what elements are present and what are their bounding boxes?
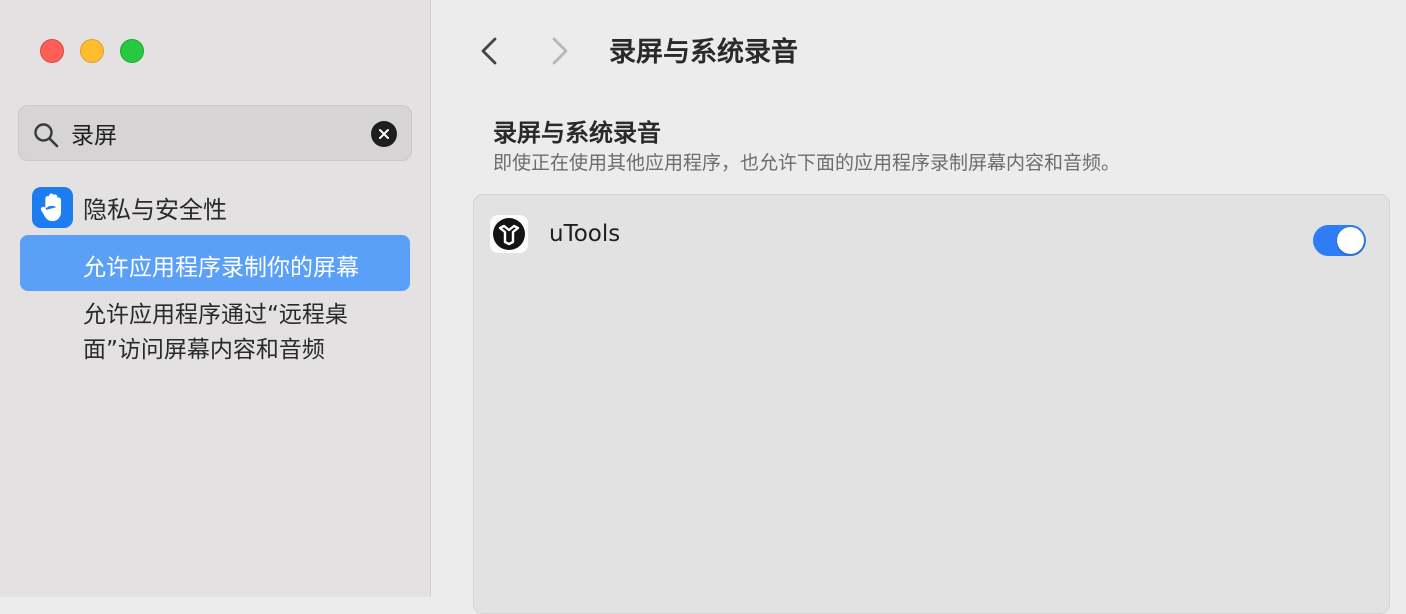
settings-window: 隐私与安全性 允许应用程序录制你的屏幕 允许应用程序通过“远程桌面”访问屏幕内容…	[0, 0, 1406, 614]
clear-search-button[interactable]	[371, 121, 397, 147]
maximize-window-button[interactable]	[120, 39, 144, 63]
utools-permission-toggle[interactable]	[1313, 225, 1366, 256]
utools-icon	[490, 215, 528, 253]
sidebar-item-label: 允许应用程序通过“远程桌面”访问屏幕内容和音频	[83, 302, 348, 363]
app-list: uTools	[473, 194, 1390, 614]
app-name: uTools	[549, 221, 621, 247]
sidebar-item-remote-desktop[interactable]: 允许应用程序通过“远程桌面”访问屏幕内容和音频	[83, 298, 393, 368]
section-title: 录屏与系统录音	[493, 119, 661, 147]
chevron-right-icon[interactable]	[548, 34, 572, 68]
search-input[interactable]	[71, 114, 361, 152]
search-field[interactable]	[18, 105, 412, 161]
search-icon	[34, 123, 59, 148]
window-controls	[40, 39, 144, 63]
sidebar: 隐私与安全性 允许应用程序录制你的屏幕 允许应用程序通过“远程桌面”访问屏幕内容…	[0, 0, 431, 597]
section-description: 即使正在使用其他应用程序，也允许下面的应用程序录制屏幕内容和音频。	[493, 152, 1121, 174]
sidebar-section-label: 隐私与安全性	[83, 196, 227, 224]
sidebar-item-privacy-security[interactable]: 隐私与安全性	[32, 187, 227, 228]
minimize-window-button[interactable]	[80, 39, 104, 63]
sidebar-item-screen-recording[interactable]: 允许应用程序录制你的屏幕	[20, 235, 410, 291]
list-item: uTools	[474, 195, 1389, 275]
chevron-left-icon[interactable]	[477, 34, 501, 68]
sidebar-item-label: 允许应用程序录制你的屏幕	[83, 255, 359, 281]
close-icon	[379, 129, 389, 139]
main-content: 录屏与系统录音 录屏与系统录音 即使正在使用其他应用程序，也允许下面的应用程序录…	[431, 0, 1406, 614]
hand-icon	[32, 187, 73, 228]
toggle-knob	[1337, 227, 1364, 254]
page-title: 录屏与系统录音	[609, 37, 798, 68]
close-window-button[interactable]	[40, 39, 64, 63]
